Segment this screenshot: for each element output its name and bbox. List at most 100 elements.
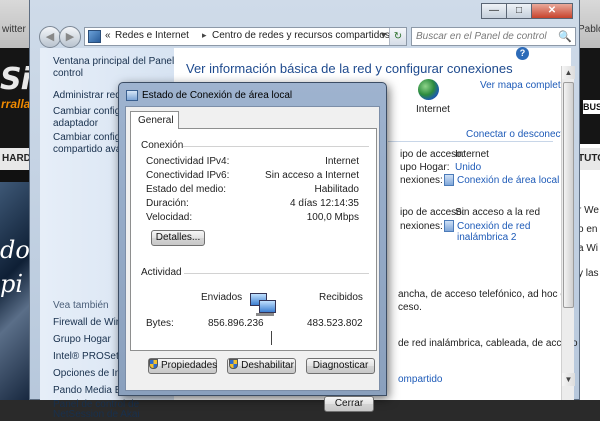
access-type-value-2: Sin acceso a la red: [455, 207, 541, 218]
ipv6-value: Sin acceso a Internet: [265, 170, 359, 181]
scrollbar-thumb[interactable]: [563, 82, 574, 308]
site-nav-right[interactable]: TUTO: [578, 148, 600, 170]
content-description: ancha, de acceso telefónico, ad hoc o: [398, 289, 566, 300]
wireless-adapter-icon: [444, 220, 454, 232]
browser-tab-left[interactable]: witter: [2, 24, 26, 35]
media-state-label: Estado del medio:: [146, 184, 227, 195]
details-button[interactable]: Detalles...: [151, 230, 205, 246]
maximize-icon: □: [515, 5, 523, 16]
local-area-connection-link[interactable]: Conexión de área local: [457, 175, 559, 186]
site-right-text: y las: [578, 268, 599, 279]
site-logo-sub: rralla: [1, 97, 31, 111]
sent-bytes-value: 856.896.236: [208, 318, 264, 329]
connection-section-title: Conexión: [141, 140, 184, 151]
back-arrow-icon: ◀: [45, 31, 55, 43]
activity-divider-line: [271, 331, 272, 345]
computer-base: [256, 313, 274, 316]
properties-button[interactable]: Propiedades: [148, 358, 217, 374]
access-type-value: Internet: [455, 149, 489, 160]
breadcrumb-centro-redes[interactable]: Centro de redes y recursos compartidos: [212, 30, 390, 41]
breadcrumb-redes-internet[interactable]: Redes e Internet: [115, 30, 189, 41]
site-header-right: [578, 48, 600, 144]
minimize-icon: —: [489, 5, 499, 16]
see-also-heading: Vea también: [53, 300, 109, 311]
view-full-map-link[interactable]: Ver mapa completo: [480, 80, 566, 91]
breadcrumb-overflow[interactable]: «: [105, 30, 111, 41]
tab-page-general: Conexión Conectividad IPv4: Internet Con…: [130, 128, 377, 351]
refresh-button[interactable]: ↻: [389, 28, 406, 45]
homegroup-link[interactable]: Unido: [455, 162, 481, 173]
sidebar-item-panel-principal-cont[interactable]: control: [53, 68, 83, 80]
sidebar-item-panel-principal[interactable]: Ventana principal del Panel de: [53, 56, 188, 68]
speed-label: Velocidad:: [146, 212, 193, 223]
tab-general[interactable]: General: [130, 111, 179, 129]
site-hero-text-1: do: [0, 236, 30, 264]
properties-button-label: Propiedades: [161, 360, 218, 371]
speed-value: 100,0 Mbps: [306, 212, 359, 223]
help-icon[interactable]: ?: [516, 47, 529, 60]
network-computers-icon: [250, 293, 278, 317]
shield-icon: [149, 359, 158, 369]
site-right-text: r We: [578, 205, 599, 216]
network-connection-icon: [126, 90, 138, 101]
divider: [183, 146, 369, 147]
connect-disconnect-link[interactable]: Conectar o desconectar: [466, 129, 572, 140]
search-box[interactable]: Buscar en el Panel de control 🔍: [411, 27, 576, 46]
vertical-scrollbar[interactable]: ▲ ▼: [561, 66, 575, 400]
scroll-down-icon[interactable]: ▼: [562, 373, 575, 386]
search-icon[interactable]: 🔍: [558, 30, 572, 43]
maximize-button[interactable]: □: [506, 3, 532, 19]
forward-button[interactable]: ▶: [59, 26, 81, 48]
site-right-text: o en: [578, 224, 598, 235]
see-also-akamai-cont[interactable]: NetSession de Akai: [53, 409, 140, 421]
media-state-value: Habilitado: [314, 184, 359, 195]
minimize-button[interactable]: —: [481, 3, 507, 19]
dialog-title: Estado de Conexión de área local: [142, 90, 293, 101]
ipv4-label: Conectividad IPv4:: [146, 156, 230, 167]
window-controls: — □ ✕: [481, 3, 573, 19]
refresh-icon: ↻: [393, 31, 403, 42]
sidebar-item-config-adaptador-cont[interactable]: adaptador: [53, 118, 98, 130]
content-link[interactable]: ompartido: [398, 374, 442, 385]
address-dropdown-icon[interactable]: ▼: [379, 30, 388, 40]
internet-globe-icon: [418, 79, 439, 100]
page-title: Ver información básica de la red y confi…: [186, 61, 513, 76]
duration-label: Duración:: [146, 198, 189, 209]
received-bytes-value: 483.523.802: [307, 318, 363, 329]
site-hero-text-2: pi: [0, 270, 24, 298]
connections-label-2: nexiones:: [400, 221, 443, 232]
computer-icon: [259, 300, 276, 313]
site-right-text: a Wi: [578, 243, 598, 254]
content-description: de red inalámbrica, cableada, de acceso: [398, 338, 578, 349]
divider: [388, 141, 553, 142]
disable-button[interactable]: Deshabilitar: [227, 358, 296, 374]
control-panel-icon: [88, 30, 101, 43]
ipv4-value: Internet: [325, 156, 359, 167]
search-input[interactable]: Buscar en el Panel de control: [416, 31, 547, 42]
site-logo: Si: [0, 62, 31, 97]
see-also-grupo-hogar[interactable]: Grupo Hogar: [53, 334, 111, 346]
homegroup-label: upo Hogar:: [400, 162, 450, 173]
duration-value: 4 días 12:14:35: [290, 198, 359, 209]
activity-section-title: Actividad: [141, 267, 182, 278]
wireless-connection-link-cont[interactable]: inalámbrica 2: [457, 232, 516, 243]
close-button[interactable]: Cerrar: [324, 396, 374, 412]
content-description: ceso.: [398, 302, 422, 313]
sent-label: Enviados: [201, 292, 243, 303]
divider: [184, 273, 369, 274]
network-adapter-icon: [444, 174, 454, 186]
breadcrumb-separator-icon[interactable]: ▸: [202, 30, 207, 41]
close-icon: ✕: [547, 5, 557, 16]
close-window-button[interactable]: ✕: [531, 3, 573, 19]
disable-button-label: Deshabilitar: [241, 360, 294, 371]
wireless-connection-link[interactable]: Conexión de red: [457, 221, 530, 232]
browser-tab-right[interactable]: Pablo: [578, 24, 600, 35]
back-button[interactable]: ◀: [39, 26, 61, 48]
diagnose-button[interactable]: Diagnosticar: [306, 358, 375, 374]
site-search-box[interactable]: BUS: [583, 100, 600, 114]
connections-label: nexiones:: [400, 175, 443, 186]
shield-icon: [229, 359, 239, 369]
scroll-up-icon[interactable]: ▲: [562, 66, 575, 79]
connection-status-dialog: Estado de Conexión de área local General…: [118, 82, 387, 412]
address-bar[interactable]: « Redes e Internet ▸ Centro de redes y r…: [84, 27, 407, 46]
